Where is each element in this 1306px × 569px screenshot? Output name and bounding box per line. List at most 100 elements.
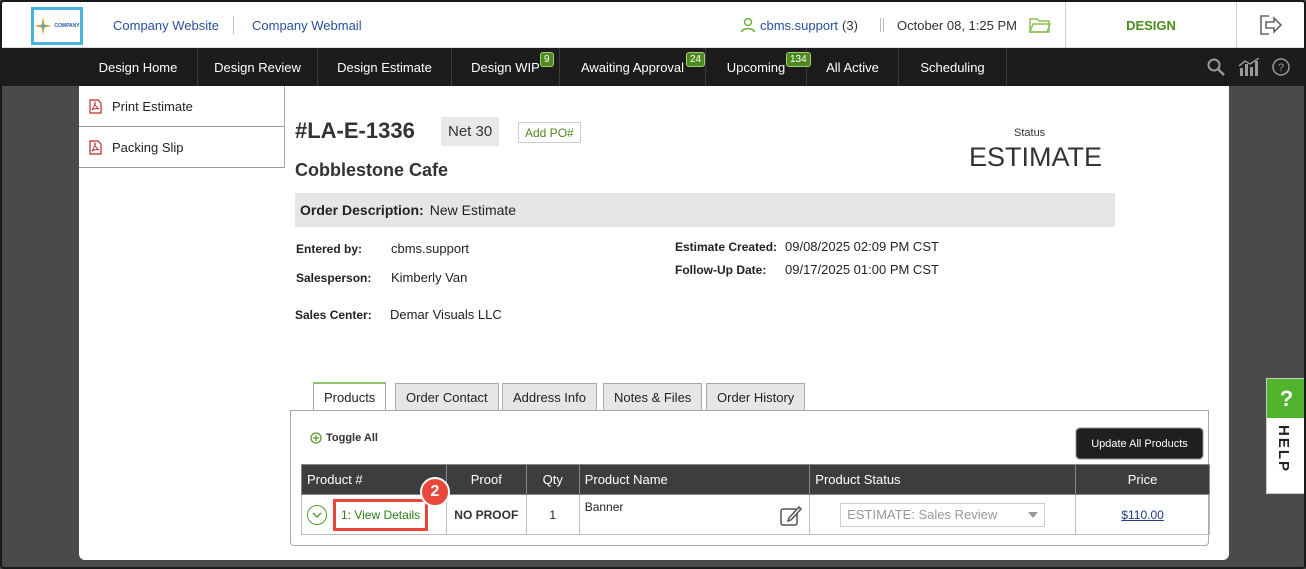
product-status-cell: ESTIMATE: Sales Review [809,494,1077,535]
help-label: HELP [1275,425,1292,474]
nav-all-active[interactable]: All Active [807,48,899,86]
company-logo[interactable]: COMPANY [31,7,83,45]
sales-center-label: Sales Center: [295,308,372,322]
follow-up-value: 09/17/2025 01:00 PM CST [785,262,939,277]
count-badge: 24 [686,52,706,67]
nav-design-review[interactable]: Design Review [198,48,318,86]
username: cbms.support [760,17,839,33]
customer-name: Cobblestone Cafe [295,160,449,180]
nav-awaiting-approval[interactable]: Awaiting Approval 24 [560,48,706,86]
edit-icon[interactable] [779,504,803,528]
order-description-label: Order Description: [300,202,424,218]
nav-label: All Active [826,59,879,75]
order-actions-menu: Print Estimate Packing Slip [79,86,285,168]
divider [883,18,884,32]
user-menu[interactable]: cbms.support (3) [740,17,858,33]
pdf-icon [89,139,102,155]
current-datetime: October 08, 1:25 PM [897,18,1017,33]
salesperson-label: Salesperson: [296,271,372,285]
nav-scheduling[interactable]: Scheduling [899,48,1007,86]
salesperson-value: Kimberly Van [391,270,468,285]
product-status-select[interactable]: ESTIMATE: Sales Review [840,502,1046,527]
top-bar: COMPANY Company Website Company Webmail … [2,2,1304,48]
company-website-link[interactable]: Company Website [113,18,219,33]
product-name-cell: Banner [578,494,811,535]
proof-cell: NO PROOF [445,494,527,535]
table-row: 1: View Details 2 NO PROOF 1 Banner ESTI… [301,476,1210,535]
nav-design-wip[interactable]: Design WIP 9 [452,48,560,86]
app-window: COMPANY Company Website Company Webmail … [0,0,1306,569]
order-description: Order Description: New Estimate [295,193,1115,227]
follow-up-label: Follow-Up Date: [675,263,767,277]
nav-label: Upcoming [726,59,786,75]
products-tab-panel: Toggle All Update All Products Product #… [290,410,1210,546]
company-webmail-link[interactable]: Company Webmail [252,18,362,33]
analytics-icon[interactable] [1238,58,1260,76]
search-icon[interactable] [1206,58,1226,76]
estimate-created-label: Estimate Created: [675,240,778,254]
nav-label: Design Estimate [337,59,432,75]
step-callout-badge: 2 [420,476,450,507]
chevron-down-icon[interactable] [307,504,327,525]
order-panel: Print Estimate Packing Slip #LA-E-1336 N… [79,86,1229,560]
update-all-products-button[interactable]: Update All Products [1076,428,1203,459]
column-header[interactable]: Product Status [809,464,1077,495]
logo-text: COMPANY [54,23,80,29]
column-header[interactable]: Price [1075,464,1210,495]
nav-tools: ? [1206,58,1290,76]
nav-label: Awaiting Approval [580,59,685,75]
product-number-cell: 1: View Details 2 [301,476,450,535]
svg-text:?: ? [1278,62,1284,74]
divider [233,16,234,34]
column-header[interactable]: Proof [445,464,527,495]
packing-slip-item[interactable]: Packing Slip [79,127,284,168]
column-header[interactable]: Qty [525,464,580,495]
divider [880,18,881,32]
status-label: Status [1014,127,1046,139]
toggle-all-button[interactable]: Toggle All [310,432,378,444]
entered-by-value: cbms.support [391,241,470,256]
help-question-icon: ? [1267,379,1304,418]
pdf-icon [89,98,102,114]
count-badge: 9 [540,52,554,67]
sidebar-item-label: Packing Slip [112,139,184,155]
product-name: Banner [584,500,624,514]
mode-design[interactable]: DESIGN [1065,2,1237,48]
entered-by-label: Entered by: [296,242,363,256]
product-status-value: ESTIMATE: Sales Review [847,507,998,522]
nav-upcoming[interactable]: Upcoming 134 [706,48,811,86]
price-link[interactable]: $110.00 [1075,494,1210,535]
payment-terms: Net 30 [441,117,500,146]
tab-address-info[interactable]: Address Info [502,383,597,410]
toggle-all-label: Toggle All [326,432,378,444]
logo-star-icon [34,17,53,35]
user-icon [740,17,756,33]
logout-icon[interactable] [1259,14,1283,39]
nav-design-home[interactable]: Design Home [79,48,198,86]
user-count: (3) [842,17,858,33]
nav-design-estimate[interactable]: Design Estimate [318,48,452,86]
sidebar-item-label: Print Estimate [112,98,193,114]
tab-order-history[interactable]: Order History [706,383,806,410]
help-side-tab[interactable]: ? HELP [1266,378,1304,494]
tab-notes-files[interactable]: Notes & Files [603,383,703,410]
add-po-button[interactable]: Add PO# [518,122,581,143]
nav-label: Design Home [98,59,178,75]
plus-circle-icon [310,432,322,444]
tab-products[interactable]: Products [313,382,387,411]
help-circle-icon[interactable]: ? [1272,58,1290,76]
order-number: #LA-E-1336 [295,118,415,143]
nav-label: Design WIP [471,59,540,75]
folder-icon[interactable] [1028,16,1052,37]
qty-cell: 1 [525,494,580,535]
order-description-value: New Estimate [429,202,517,218]
dropdown-arrow-icon [1028,511,1039,518]
sales-center-value: Demar Visuals LLC [390,307,502,322]
nav-label: Scheduling [920,59,985,75]
view-details-link[interactable]: 1: View Details [333,498,429,531]
print-estimate-item[interactable]: Print Estimate [79,86,284,127]
nav-label: Design Review [214,59,301,75]
tab-order-contact[interactable]: Order Contact [395,383,499,410]
order-status: ESTIMATE [969,142,1103,172]
column-header[interactable]: Product Name [578,464,811,495]
